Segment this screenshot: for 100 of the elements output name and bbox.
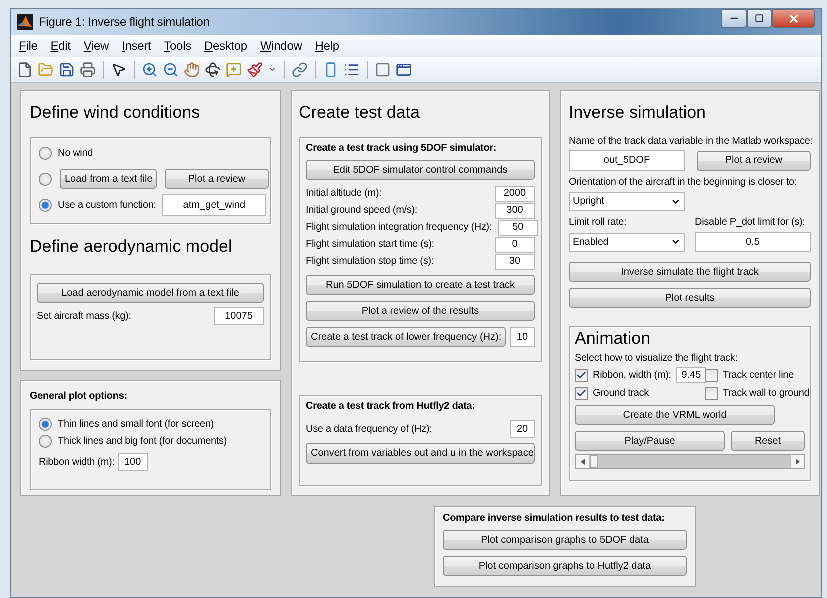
- app-logo-icon: [17, 14, 33, 30]
- caret-icon: [671, 237, 681, 247]
- pointer-icon[interactable]: [111, 62, 127, 78]
- checkbox[interactable]: [575, 368, 588, 382]
- legend-icon[interactable]: [344, 62, 360, 78]
- plot-review-button[interactable]: Plot a review of the results: [306, 301, 535, 321]
- field-label: Name of the track data variable in the Matlab workspace:: [569, 136, 811, 147]
- square-icon[interactable]: [375, 62, 391, 78]
- section-title: Compare inverse simulation results to test data:: [443, 513, 666, 524]
- slider-thumb[interactable]: [590, 455, 598, 468]
- number-field[interactable]: 30: [495, 254, 535, 270]
- section-title: Animation: [575, 329, 652, 349]
- mass-field[interactable]: 10075: [214, 307, 264, 325]
- field-label: Limit roll rate:: [569, 216, 627, 228]
- field-label: Initial altitude (m):: [306, 188, 382, 199]
- radio-label[interactable]: Thin lines and small font (for screen): [58, 419, 214, 430]
- menu-item[interactable]: Help: [315, 39, 340, 53]
- section-title: Inverse simulation: [569, 103, 708, 123]
- slider[interactable]: [575, 454, 805, 469]
- radio-button[interactable]: [39, 172, 52, 186]
- number-field[interactable]: 0: [495, 236, 535, 252]
- load-button[interactable]: Load from a text file: [60, 169, 157, 189]
- field-label: Flight simulation start time (s):: [306, 239, 434, 250]
- close-icon: [788, 12, 800, 24]
- radio-button[interactable]: [39, 418, 52, 431]
- checkbox-label[interactable]: Ribbon, width (m):: [593, 370, 672, 380]
- number-field[interactable]: 2000: [495, 186, 535, 202]
- field-label: Ribbon width (m):: [39, 456, 115, 468]
- rotate-icon[interactable]: [205, 62, 221, 78]
- hand-icon[interactable]: [184, 62, 200, 78]
- field-label: Flight simulation integration frequency (Hz):: [306, 222, 492, 233]
- plot-comparison-button[interactable]: Plot comparison graphs to 5DOF data: [443, 530, 687, 550]
- field-label: Orientation of the aircraft in the beginning is closer to:: [569, 177, 798, 188]
- create-vrml-button[interactable]: Create the VRML world: [575, 405, 775, 425]
- number-field[interactable]: 50: [498, 220, 538, 236]
- variable-field[interactable]: out_5DOF: [569, 150, 685, 171]
- window-icon[interactable]: [396, 62, 412, 78]
- frequency-field[interactable]: 20: [510, 420, 535, 438]
- field-label: Initial ground speed (m/s):: [306, 205, 418, 216]
- data-cursor-icon[interactable]: [226, 62, 242, 78]
- menu-item[interactable]: Edit: [50, 39, 71, 53]
- plot-review-button[interactable]: Plot a review: [697, 150, 811, 170]
- field-label: Set aircraft mass (kg):: [37, 310, 132, 322]
- section-title: Create test data: [299, 103, 421, 123]
- checkbox[interactable]: [705, 386, 718, 400]
- radio-label[interactable]: Thick lines and big font (for documents): [58, 436, 228, 447]
- inverse-simulate-button[interactable]: Inverse simulate the flight track: [569, 262, 811, 282]
- section-title: Define aerodynamic model: [30, 237, 234, 257]
- caret-icon[interactable]: [268, 65, 277, 74]
- zoom-in-icon[interactable]: [142, 62, 158, 78]
- radio-button[interactable]: [39, 146, 52, 160]
- function-field[interactable]: atm_get_wind: [162, 194, 266, 216]
- section-title: Define wind conditions: [30, 103, 202, 123]
- frequency-field[interactable]: 10: [510, 327, 535, 347]
- section-title: General plot options:: [30, 391, 128, 402]
- reset-button[interactable]: Reset: [731, 431, 805, 451]
- save-icon[interactable]: [59, 62, 75, 78]
- maximize-button[interactable]: [747, 9, 772, 28]
- checkbox[interactable]: [705, 368, 718, 382]
- menu-item[interactable]: Tools: [164, 39, 192, 53]
- orientation-dropdown[interactable]: Upright: [569, 192, 685, 211]
- print-icon[interactable]: [80, 62, 96, 78]
- p-dot-field[interactable]: 0.5: [695, 232, 811, 252]
- maximize-icon: [755, 14, 764, 23]
- checkbox-label[interactable]: Ground track: [593, 388, 650, 398]
- new-file-icon[interactable]: [17, 62, 33, 78]
- menu-item[interactable]: View: [84, 39, 110, 53]
- convert-button[interactable]: Convert from variables out and u in the workspace: [306, 443, 535, 464]
- lower-frequency-button[interactable]: Create a test track of lower frequency (Hz):: [306, 327, 506, 347]
- ribbon-width-field[interactable]: 100: [118, 453, 148, 471]
- radio-button[interactable]: [39, 198, 52, 212]
- roll-rate-dropdown[interactable]: Enabled: [569, 232, 685, 252]
- close-button[interactable]: [772, 9, 815, 28]
- checkbox[interactable]: [575, 386, 588, 400]
- link-icon[interactable]: [292, 62, 308, 78]
- plot-results-button[interactable]: Plot results: [569, 288, 811, 308]
- number-field[interactable]: 300: [495, 202, 535, 218]
- brush-icon[interactable]: [247, 62, 263, 78]
- load-button[interactable]: Plot a review: [165, 169, 269, 189]
- run-simulation-button[interactable]: Run 5DOF simulation to create a test track: [306, 275, 535, 295]
- radio-label[interactable]: Use a custom function:: [58, 200, 156, 210]
- field-label: Flight simulation stop time (s):: [306, 256, 434, 267]
- field-label: Use a data frequency of (Hz):: [306, 424, 432, 434]
- group-title: Create a test track using 5DOF simulator:: [306, 143, 498, 154]
- radio-label[interactable]: No wind: [58, 148, 94, 158]
- minimize-button[interactable]: [721, 9, 747, 28]
- width-field[interactable]: 9.45: [676, 367, 706, 383]
- edit-commands-button[interactable]: Edit 5DOF simulator control commands: [306, 160, 535, 180]
- menu-item[interactable]: File: [19, 39, 38, 53]
- menu-item[interactable]: Insert: [122, 39, 152, 53]
- zoom-out-icon[interactable]: [163, 62, 179, 78]
- checkbox-label[interactable]: Track center line: [723, 370, 794, 380]
- plot-comparison-button[interactable]: Plot comparison graphs to Hutfly2 data: [443, 556, 687, 576]
- play-pause-button[interactable]: Play/Pause: [575, 431, 725, 451]
- checkbox-label[interactable]: Track wall to ground: [723, 388, 810, 398]
- menu-item[interactable]: Window: [260, 39, 302, 53]
- field-label: Disable P_dot limit for (s):: [695, 216, 806, 228]
- menu-item[interactable]: Desktop: [204, 39, 248, 53]
- load-model-button[interactable]: Load aerodynamic model from a text file: [37, 283, 264, 303]
- radio-button[interactable]: [39, 435, 52, 448]
